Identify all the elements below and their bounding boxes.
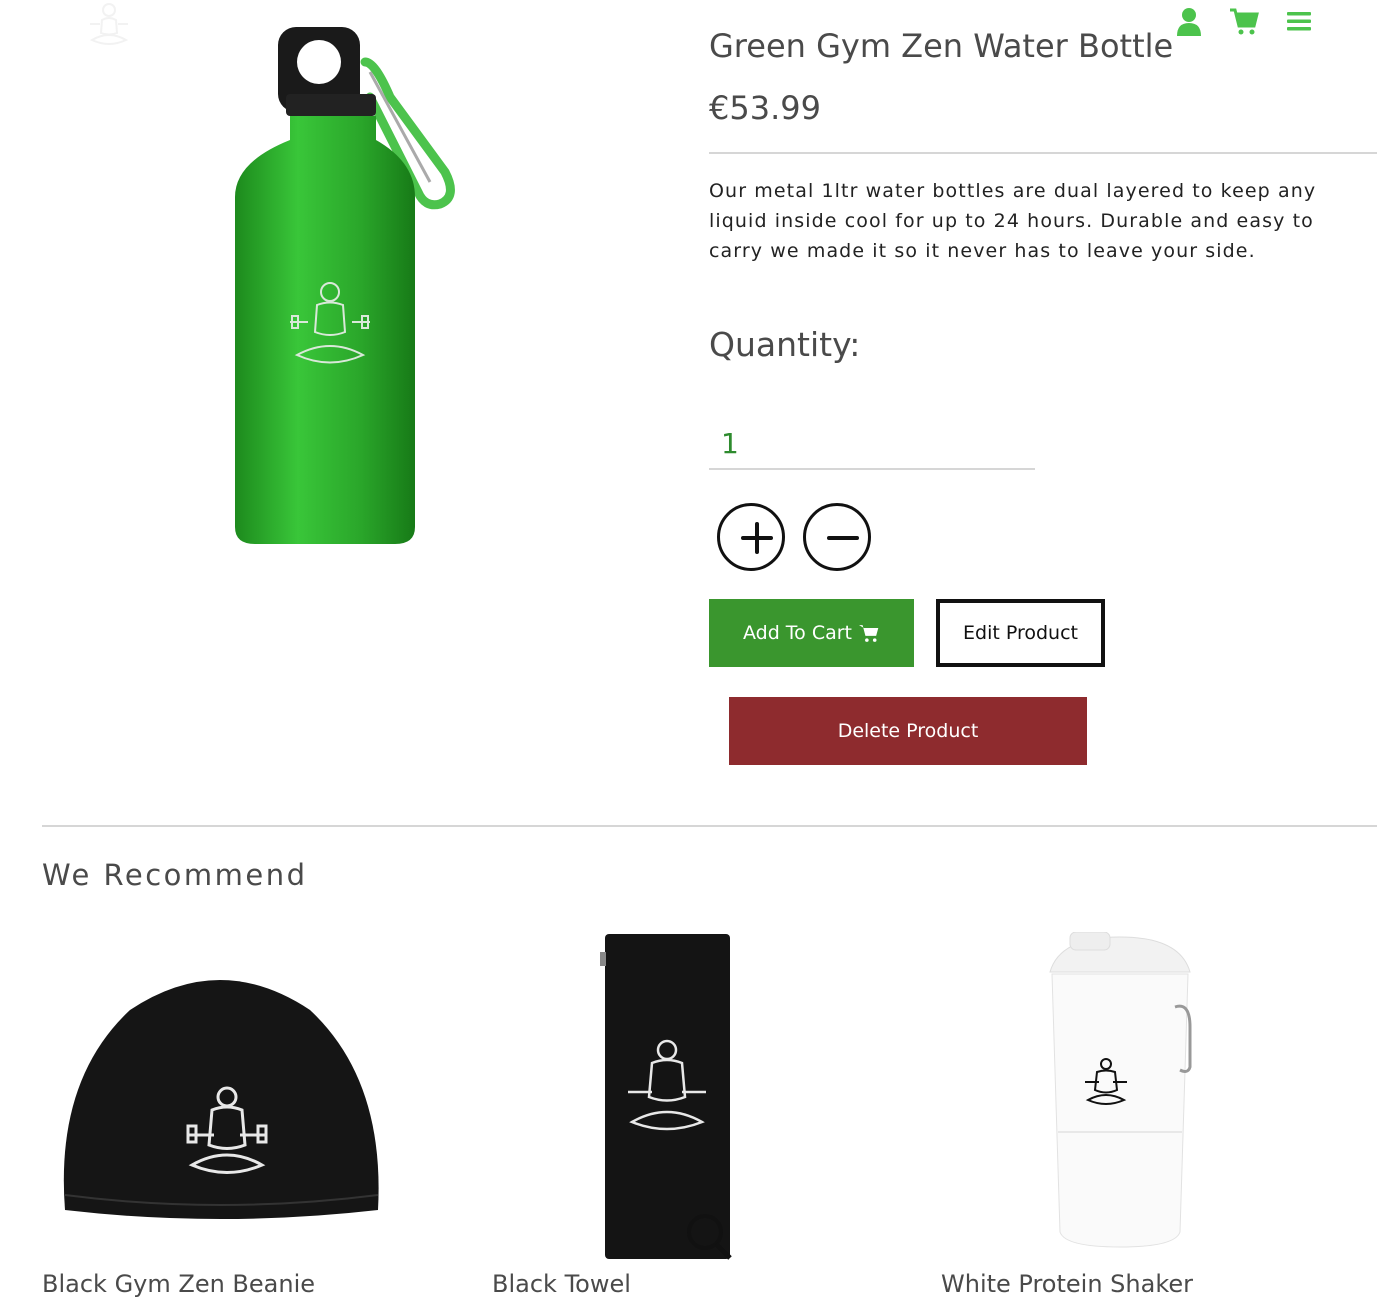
recommend-item-image[interactable] xyxy=(600,932,735,1262)
increment-quantity-button[interactable] xyxy=(717,503,785,571)
product-image[interactable] xyxy=(200,22,470,552)
add-to-cart-button[interactable]: Add To Cart xyxy=(709,599,914,667)
shopping-cart-icon[interactable] xyxy=(1229,6,1259,36)
quantity-input[interactable] xyxy=(709,418,1035,470)
decrement-quantity-button[interactable] xyxy=(803,503,871,571)
user-icon[interactable] xyxy=(1175,6,1203,36)
divider xyxy=(42,825,1377,827)
edit-product-button[interactable]: Edit Product xyxy=(936,599,1105,667)
shopping-cart-icon xyxy=(859,625,879,642)
add-to-cart-label: Add To Cart xyxy=(742,622,853,644)
gym-zen-logo[interactable] xyxy=(84,0,134,50)
product-price: €53.99 xyxy=(709,89,821,127)
hamburger-menu-icon[interactable] xyxy=(1285,6,1313,36)
minus-icon xyxy=(827,536,859,540)
recommend-heading: We Recommend xyxy=(42,858,308,892)
quantity-label: Quantity: xyxy=(709,325,861,364)
product-title: Green Gym Zen Water Bottle xyxy=(709,27,1174,65)
recommend-item-name[interactable]: White Protein Shaker xyxy=(941,1270,1193,1298)
recommend-item-name[interactable]: Black Gym Zen Beanie xyxy=(42,1270,315,1298)
recommend-item-image[interactable] xyxy=(60,960,385,1225)
product-description: Our metal 1ltr water bottles are dual la… xyxy=(709,180,1317,262)
delete-product-button[interactable]: Delete Product xyxy=(729,697,1087,765)
recommend-item-image[interactable] xyxy=(1040,932,1200,1252)
plus-icon xyxy=(741,522,773,554)
recommend-item-name[interactable]: Black Towel xyxy=(492,1270,631,1298)
divider xyxy=(709,152,1377,154)
